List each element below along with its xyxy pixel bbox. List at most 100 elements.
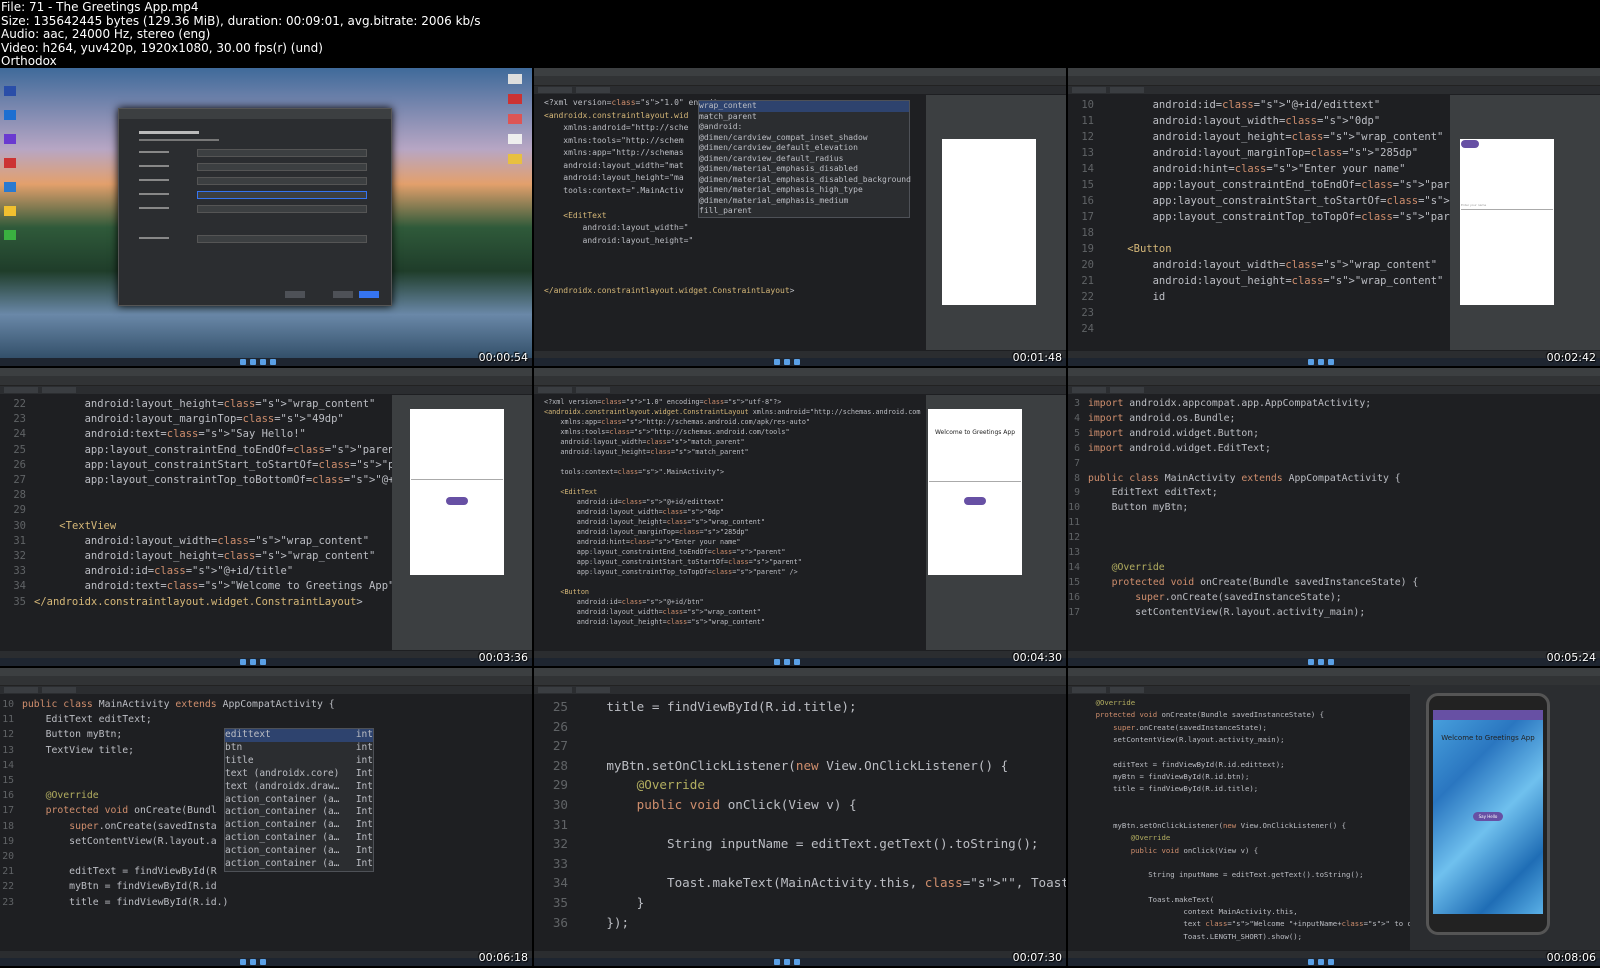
menu-bar[interactable] — [534, 68, 1066, 76]
suggestion-item[interactable]: text (androidx.core) Int — [225, 768, 373, 781]
suggestion-item[interactable]: action_container (a… Int — [225, 806, 373, 819]
suggestion-item[interactable]: action_container (a… Int — [225, 794, 373, 807]
code-line: @Override — [1095, 698, 1136, 707]
suggestion-item[interactable]: @dimen/material_emphasis_high_type — [699, 185, 909, 196]
suggestion-item[interactable]: @dimen/cardview_default_elevation — [699, 143, 909, 154]
suggestion-item[interactable]: btn int — [225, 742, 373, 755]
editor-tabs[interactable] — [0, 386, 532, 395]
code-line: app:layout_constraintTop_toTopOf=class="… — [544, 568, 798, 576]
autocomplete-popup[interactable]: edittext int btn int title int text (androidx.… — [224, 728, 374, 872]
suggestion-item[interactable]: edittext int — [225, 729, 373, 742]
phone-preview — [942, 139, 1036, 305]
toolbar[interactable] — [0, 676, 532, 686]
editor-tabs[interactable] — [534, 386, 1066, 395]
taskbar[interactable] — [0, 958, 532, 966]
toolbar[interactable] — [534, 676, 1066, 686]
phone-preview — [410, 409, 504, 575]
toolbar[interactable] — [534, 76, 1066, 86]
java-editor[interactable]: 3 import androidx.appcompat.app.AppCompat… — [1068, 395, 1600, 651]
toolbar[interactable] — [0, 376, 532, 386]
menu-bar[interactable] — [0, 368, 532, 376]
editor-tabs[interactable] — [1068, 86, 1600, 95]
line-number: 13 — [1068, 547, 1080, 558]
code-line: protected void onCreate(Bundl — [45, 805, 217, 817]
edittext-hint-preview: Enter your name — [1461, 203, 1487, 207]
menu-bar[interactable] — [534, 668, 1066, 676]
autocomplete-popup[interactable]: wrap_content match_parent @android: @dimen/… — [698, 100, 911, 218]
editor-tabs[interactable] — [0, 686, 532, 695]
suggestion-item[interactable]: action_container (a… Int — [225, 845, 373, 858]
taskbar[interactable] — [0, 358, 532, 366]
menu-bar[interactable] — [1068, 668, 1600, 676]
brand-line: Orthodox — [1, 54, 57, 69]
status-bar — [1068, 950, 1600, 958]
suggestion-item[interactable]: match_parent — [699, 112, 909, 123]
xml-editor[interactable]: 22 android:layout_height=class="s">"wrap… — [0, 395, 392, 651]
xml-editor[interactable]: <?xml version=class="s">"1.0" encoding=c… — [534, 395, 926, 651]
toolbar[interactable] — [534, 376, 1066, 386]
thumbnail-4[interactable]: 22 android:layout_height=class="s">"wrap… — [0, 368, 532, 666]
taskbar[interactable] — [1068, 358, 1600, 366]
status-bar — [0, 650, 532, 658]
editor-tabs[interactable] — [534, 86, 1066, 95]
menu-bar[interactable] — [1068, 68, 1600, 76]
finish-button[interactable] — [359, 291, 379, 298]
cancel-button[interactable] — [333, 291, 353, 298]
taskbar[interactable] — [534, 958, 1066, 966]
xml-editor[interactable]: 10 android:id=class="s">"@+id/edittext" 1… — [1068, 95, 1450, 351]
taskbar[interactable] — [534, 658, 1066, 666]
menu-bar[interactable] — [1068, 368, 1600, 376]
previous-button[interactable] — [285, 291, 305, 298]
suggestion-item[interactable]: @dimen/material_emphasis_disabled — [699, 164, 909, 175]
suggestion-name: action_container (a… — [225, 845, 340, 857]
suggestion-item[interactable]: text (androidx.draw… Int — [225, 781, 373, 794]
taskbar[interactable] — [534, 358, 1066, 366]
toolbar[interactable] — [1068, 376, 1600, 386]
java-editor[interactable]: @Override protected void onCreate(Bundle… — [1068, 695, 1410, 951]
thumbnail-8[interactable]: 25 title = findViewById(R.id.title); 26 27… — [534, 668, 1066, 966]
menu-bar[interactable] — [534, 368, 1066, 376]
thumbnail-5[interactable]: <?xml version=class="s">"1.0" encoding=c… — [534, 368, 1066, 666]
suggestion-item[interactable]: action_container (a… Int — [225, 819, 373, 832]
thumbnail-7[interactable]: 10 public class MainActivity extends AppC… — [0, 668, 532, 966]
menu-bar[interactable] — [0, 668, 532, 676]
suggestion-type: Int — [355, 858, 373, 870]
code-line: android:text=class="s">"Say Hello!" — [34, 428, 306, 441]
line-number: 26 — [552, 718, 568, 734]
suggestion-item[interactable]: @dimen/material_emphasis_disabled_backgr… — [699, 175, 911, 186]
editor-tabs[interactable] — [534, 686, 1066, 695]
suggestion-item[interactable]: action_container (a… Int — [225, 858, 373, 871]
thumbnail-9[interactable]: @Override protected void onCreate(Bundle… — [1068, 668, 1600, 966]
new-project-dialog[interactable] — [118, 108, 392, 306]
thumbnail-6[interactable]: 3 import androidx.appcompat.app.AppCompat… — [1068, 368, 1600, 666]
line-number: 23 — [13, 413, 26, 426]
video-info-header: File: 71 - The Greetings App.mp4 Size: 1… — [0, 0, 1600, 68]
editor-tabs[interactable] — [1068, 386, 1600, 395]
toolbar[interactable] — [1068, 76, 1600, 86]
taskbar[interactable] — [1068, 658, 1600, 666]
suggestion-item[interactable]: fill_parent — [699, 206, 909, 217]
suggestion-item[interactable]: @android: — [699, 122, 909, 133]
thumbnail-3[interactable]: 10 android:id=class="s">"@+id/edittext" 1… — [1068, 68, 1600, 366]
say-hello-button[interactable]: Say Hello — [1473, 812, 1503, 821]
suggestion-item[interactable]: action_container (a… Int — [225, 832, 373, 845]
suggestion-item[interactable]: @dimen/cardview_compat_inset_shadow — [699, 133, 909, 144]
line-number: 33 — [552, 855, 568, 871]
code-line: <?xml version=class="s">"1.0" encoding=c… — [544, 398, 782, 406]
taskbar[interactable] — [0, 658, 532, 666]
suggestion-item[interactable]: title int — [225, 755, 373, 768]
suggestion-item[interactable]: @dimen/cardview_default_radius — [699, 154, 909, 165]
code-line: TextView title; — [22, 744, 135, 756]
code-line: android:layout_marginTop=class="s">"285d… — [1102, 147, 1419, 159]
line-number: 10 — [1081, 99, 1094, 111]
code-line: android:id=class="s">"@+id/title" — [34, 565, 294, 578]
suggestion-item[interactable]: wrap_content — [699, 101, 909, 112]
thumbnail-1[interactable]: 00:00:54 — [0, 68, 532, 366]
taskbar[interactable] — [1068, 958, 1600, 966]
line-number: 16 — [1081, 195, 1094, 207]
code-line: android:layout_height=class="s">"wrap_co… — [544, 518, 765, 526]
status-bar — [534, 950, 1066, 958]
java-editor[interactable]: 25 title = findViewById(R.id.title); 26 27… — [534, 695, 1066, 951]
suggestion-item[interactable]: @dimen/material_emphasis_medium — [699, 196, 909, 207]
thumbnail-2[interactable]: <?xml version=class="s">"1.0" encoding= <… — [534, 68, 1066, 366]
